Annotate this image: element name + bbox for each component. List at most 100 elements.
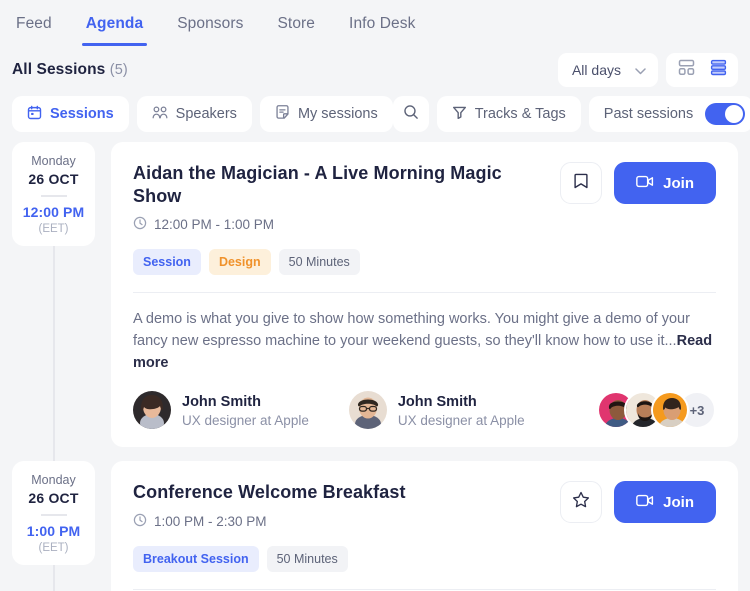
people-icon [152, 105, 168, 124]
session-date-card: Monday 26 OCT 12:00 PM (EET) [12, 142, 95, 246]
session-description-text: A demo is what you give to show how some… [133, 311, 690, 350]
filter-tab-speakers-label: Speakers [175, 106, 237, 122]
list-view-icon [710, 59, 727, 81]
session-time: 1:00 PM - 2:30 PM [133, 513, 406, 530]
session-time-range: 12:00 PM - 1:00 PM [154, 217, 275, 232]
agenda-page: Feed Agenda Sponsors Store Info Desk All… [0, 0, 750, 591]
speaker-item[interactable]: John Smith UX designer at Apple [348, 391, 525, 430]
list-view-button[interactable] [702, 55, 734, 85]
page-title-text: All Sessions [12, 61, 106, 78]
bookmark-icon [573, 172, 589, 195]
session-card-header: Aidan the Magician - A Live Morning Magi… [133, 162, 716, 233]
session-card[interactable]: Conference Welcome Breakfast 1:00 PM - 2… [111, 461, 738, 591]
favorite-button[interactable] [560, 481, 603, 524]
filter-bar: Sessions Speakers My sessions Tracks & T… [0, 94, 750, 142]
view-toggle [666, 53, 738, 87]
speaker-info: John Smith UX designer at Apple [182, 393, 309, 428]
bookmark-button[interactable] [560, 162, 603, 204]
page-title: All Sessions (5) [12, 61, 128, 79]
speaker-info: John Smith UX designer at Apple [398, 393, 525, 428]
speaker-name: John Smith [397, 393, 477, 410]
session-row: Monday 26 OCT 12:00 PM (EET) Aidan the M… [12, 142, 738, 448]
filter-tab-speakers[interactable]: Speakers [136, 96, 252, 132]
card-divider [133, 292, 716, 293]
filter-controls: Tracks & Tags Past sessions [392, 96, 750, 132]
note-icon [275, 104, 290, 124]
avatar [133, 391, 171, 430]
avatar [348, 391, 387, 430]
session-time-range: 1:00 PM - 2:30 PM [154, 513, 267, 529]
session-date-timezone: (EET) [38, 541, 69, 554]
additional-attendees[interactable]: +3 [597, 391, 716, 430]
day-filter-dropdown[interactable]: All days [557, 53, 658, 87]
date-divider [40, 195, 67, 197]
session-date-date: 26 OCT [28, 171, 79, 187]
join-button[interactable]: Join [614, 481, 716, 524]
speaker-name: John Smith [182, 393, 261, 410]
nav-tab-agenda[interactable]: Agenda [81, 3, 148, 46]
filter-tabs: Sessions Speakers My sessions [12, 96, 393, 132]
tracks-and-tags-button[interactable]: Tracks & Tags [436, 96, 581, 132]
past-sessions-toggle[interactable] [705, 103, 746, 125]
session-date-time: 12:00 PM [22, 203, 85, 220]
session-list: Monday 26 OCT 12:00 PM (EET) Aidan the M… [0, 142, 750, 591]
subheader-controls: All days [557, 53, 738, 87]
tracks-and-tags-label: Tracks & Tags [474, 106, 566, 122]
avatar [651, 391, 689, 430]
speaker-item[interactable]: John Smith UX designer at Apple [133, 391, 309, 430]
nav-tab-sponsors[interactable]: Sponsors [173, 3, 247, 46]
card-divider [133, 588, 716, 590]
join-button-label: Join [663, 174, 694, 192]
session-date-card: Monday 26 OCT 1:00 PM (EET) [12, 461, 95, 565]
filter-tab-sessions[interactable]: Sessions [12, 96, 129, 132]
session-date-timezone: (EET) [38, 222, 69, 235]
join-button-label: Join [663, 493, 694, 511]
filter-tab-my-sessions-label: My sessions [297, 106, 378, 122]
chevron-down-icon [635, 62, 646, 78]
calendar-icon [27, 105, 42, 124]
past-sessions-filter[interactable]: Past sessions [588, 96, 750, 132]
past-sessions-label: Past sessions [603, 106, 694, 122]
clock-icon [133, 513, 147, 530]
session-title: Aidan the Magician - A Live Morning Magi… [133, 163, 502, 206]
session-tag[interactable]: Design [208, 249, 271, 275]
session-tags: Session Design 50 Minutes [133, 249, 716, 275]
session-date-day: Monday [31, 473, 76, 488]
session-date-date: 26 OCT [28, 490, 79, 507]
session-actions: Join [560, 481, 716, 524]
star-icon [572, 491, 590, 514]
nav-tab-feed[interactable]: Feed [12, 3, 56, 46]
video-camera-icon [636, 494, 654, 511]
session-actions: Join [560, 162, 716, 204]
session-speakers: John Smith UX designer at Apple John Smi… [133, 391, 716, 430]
session-duration-tag: 50 Minutes [266, 545, 348, 572]
session-date-time: 1:00 PM [26, 522, 81, 539]
session-card[interactable]: Aidan the Magician - A Live Morning Magi… [111, 142, 738, 448]
session-time: 12:00 PM - 1:00 PM [133, 216, 544, 233]
search-icon [403, 104, 419, 124]
session-description: A demo is what you give to show how some… [133, 308, 716, 374]
filter-tab-my-sessions[interactable]: My sessions [259, 96, 393, 132]
filter-funnel-icon [452, 105, 467, 124]
session-tags: Breakout Session 50 Minutes [133, 545, 716, 572]
join-button[interactable]: Join [614, 162, 716, 204]
toggle-knob [725, 105, 744, 123]
nav-tab-info-desk[interactable]: Info Desk [345, 3, 419, 46]
search-button[interactable] [392, 96, 429, 132]
nav-tab-store[interactable]: Store [273, 3, 319, 46]
day-filter-value: All days [571, 62, 621, 78]
speaker-role: UX designer at Apple [182, 412, 309, 428]
main-navigation: Feed Agenda Sponsors Store Info Desk [0, 0, 750, 48]
session-count: (5) [109, 62, 128, 78]
filter-tab-sessions-label: Sessions [50, 106, 114, 122]
session-row: Monday 26 OCT 1:00 PM (EET) Conference W… [12, 461, 738, 591]
session-tag[interactable]: Session [133, 249, 201, 275]
session-duration-tag: 50 Minutes [278, 249, 360, 275]
session-card-header: Conference Welcome Breakfast 1:00 PM - 2… [133, 481, 716, 530]
session-tag[interactable]: Breakout Session [133, 545, 259, 572]
grid-view-icon [678, 59, 695, 81]
grid-view-button[interactable] [670, 55, 702, 85]
agenda-subheader: All Sessions (5) All days [0, 48, 750, 94]
video-camera-icon [636, 175, 654, 192]
session-date-day: Monday [31, 154, 76, 168]
